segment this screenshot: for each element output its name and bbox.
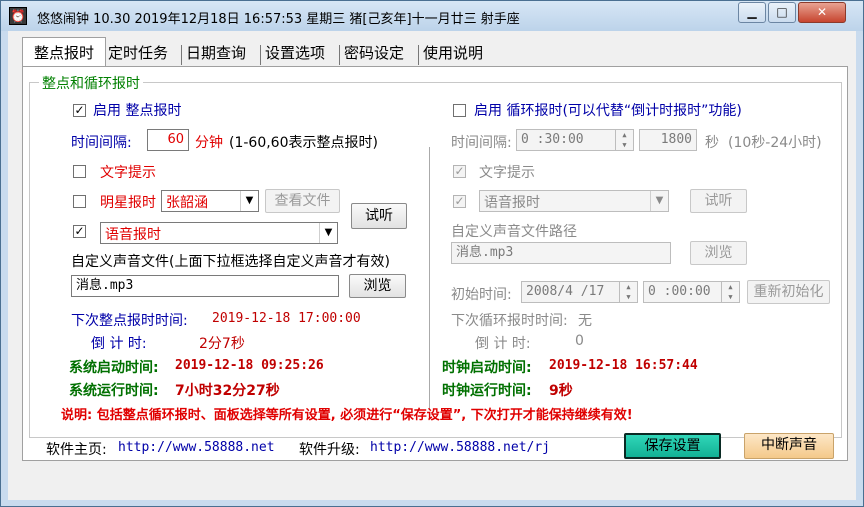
loop-voice-select-value: 语音报时 bbox=[484, 195, 540, 211]
custom-path-label: 自定义声音文件路径 bbox=[451, 224, 577, 240]
minimize-button[interactable]: ▁ bbox=[738, 2, 766, 23]
tab-separator bbox=[418, 45, 419, 65]
reinit-button[interactable]: 重新初始化 bbox=[747, 280, 830, 304]
enable-hourly-label: 启用 整点报时 bbox=[93, 103, 182, 119]
enable-hourly-checkbox[interactable]: ✓ bbox=[73, 104, 86, 117]
init-time-label: 初始时间: bbox=[451, 287, 512, 303]
voice-chime-checkbox[interactable]: ✓ bbox=[73, 225, 86, 238]
save-settings-button[interactable]: 保存设置 bbox=[624, 433, 721, 459]
tab-hourly-chime[interactable]: 整点报时 bbox=[22, 37, 106, 67]
system-run-label: 系统运行时间: bbox=[69, 383, 159, 399]
loop-trial-button[interactable]: 试听 bbox=[690, 189, 747, 213]
spin-arrows-icon[interactable]: ▲ ▼ bbox=[615, 130, 633, 150]
upgrade-link[interactable]: http://www.58888.net/rj bbox=[370, 440, 550, 455]
spin-arrows-icon[interactable]: ▲ ▼ bbox=[619, 282, 637, 302]
homepage-label: 软件主页: bbox=[46, 442, 107, 458]
view-file-button[interactable]: 查看文件 bbox=[265, 189, 340, 213]
countdown-value: 2分7秒 bbox=[199, 336, 245, 352]
chevron-down-icon: ▼ bbox=[319, 223, 337, 243]
tab-help[interactable]: 使用说明 bbox=[423, 41, 483, 67]
text-prompt-checkbox[interactable] bbox=[73, 165, 86, 178]
spin-arrows-icon[interactable]: ▲ ▼ bbox=[721, 282, 739, 302]
group-title: 整点和循环报时 bbox=[39, 73, 143, 93]
star-chime-label: 明星报时 bbox=[100, 195, 156, 211]
loop-interval-label: 时间间隔: bbox=[451, 135, 512, 151]
tab-panel: 整点和循环报时 ✓ 启用 整点报时 时间间隔: 60 分钟 (1-60,60表示… bbox=[22, 66, 848, 461]
next-loop-value: 无 bbox=[578, 313, 592, 329]
client-area: 整点报时 定时任务 日期查询 设置选项 密码设定 使用说明 整点和循环报时 ✓ … bbox=[8, 31, 856, 500]
loop-interval-time-value: 0 :30:00 bbox=[521, 132, 584, 147]
interval-hint: (1-60,60表示整点报时) bbox=[229, 135, 378, 151]
loop-voice-checkbox[interactable]: ✓ bbox=[453, 195, 466, 208]
tab-separator bbox=[260, 45, 261, 65]
loop-text-prompt-checkbox[interactable]: ✓ bbox=[453, 165, 466, 178]
custom-path-input[interactable]: 消息.mp3 bbox=[451, 242, 671, 264]
chevron-down-icon: ▼ bbox=[240, 191, 258, 211]
tab-separator bbox=[181, 45, 182, 65]
window-title: 悠悠闹钟 10.30 2019年12月18日 16:57:53 星期三 猪[己亥… bbox=[37, 12, 520, 27]
tab-separator bbox=[339, 45, 340, 65]
clock-start-value: 2019-12-18 16:57:44 bbox=[549, 358, 698, 373]
seconds-hint: (10秒-24小时) bbox=[728, 135, 822, 151]
init-date-value: 2008/4 /17 bbox=[526, 284, 605, 299]
homepage-link[interactable]: http://www.58888.net bbox=[118, 440, 275, 455]
clock-run-value: 9秒 bbox=[549, 383, 573, 399]
loop-voice-select[interactable]: 语音报时 ▼ bbox=[479, 190, 669, 212]
chevron-down-icon: ▼ bbox=[650, 191, 668, 211]
save-note: 说明: 包括整点循环报时、面板选择等所有设置, 必须进行“保存设置”, 下次打开… bbox=[61, 408, 633, 423]
upgrade-label: 软件升级: bbox=[299, 442, 360, 458]
close-button[interactable]: ✕ bbox=[798, 2, 846, 23]
loop-browse-button[interactable]: 浏览 bbox=[690, 241, 747, 265]
star-select[interactable]: 张韶涵 ▼ bbox=[161, 190, 259, 212]
star-chime-checkbox[interactable] bbox=[73, 195, 86, 208]
loop-seconds-input[interactable]: 1800 bbox=[639, 129, 697, 151]
tab-date-query[interactable]: 日期查询 bbox=[186, 41, 246, 67]
enable-loop-checkbox[interactable] bbox=[453, 104, 466, 117]
loop-interval-time-input[interactable]: 0 :30:00 ▲ ▼ bbox=[516, 129, 634, 151]
loop-text-prompt-label: 文字提示 bbox=[479, 165, 535, 181]
init-date-input[interactable]: 2008/4 /17 ▲ ▼ bbox=[521, 281, 638, 303]
stop-sound-button[interactable]: 中断声音 bbox=[744, 433, 834, 459]
tab-settings[interactable]: 设置选项 bbox=[265, 41, 325, 67]
maximize-button[interactable]: □ bbox=[768, 2, 796, 23]
system-start-value: 2019-12-18 09:25:26 bbox=[175, 358, 324, 373]
next-hourly-value: 2019-12-18 17:00:00 bbox=[212, 311, 361, 326]
trial-listen-button[interactable]: 试听 bbox=[351, 203, 407, 229]
app-window: ⏰ 悠悠闹钟 10.30 2019年12月18日 16:57:53 星期三 猪[… bbox=[0, 0, 864, 507]
voice-select-value: 语音报时 bbox=[105, 227, 161, 243]
interval-unit: 分钟 bbox=[195, 135, 223, 151]
tab-scheduled-tasks[interactable]: 定时任务 bbox=[108, 41, 168, 67]
alarm-clock-icon: ⏰ bbox=[9, 7, 27, 25]
init-time-value: 0 :00:00 bbox=[648, 284, 711, 299]
loop-countdown-value: 0 bbox=[575, 333, 584, 349]
clock-start-label: 时钟启动时间: bbox=[442, 360, 532, 376]
interval-label: 时间间隔: bbox=[71, 135, 132, 151]
loop-countdown-label: 倒 计 时: bbox=[475, 336, 531, 352]
title-bar[interactable]: ⏰ 悠悠闹钟 10.30 2019年12月18日 16:57:53 星期三 猪[… bbox=[1, 1, 863, 31]
system-run-value: 7小时32分27秒 bbox=[175, 383, 280, 399]
custom-sound-input[interactable]: 消息.mp3 bbox=[71, 275, 339, 297]
tab-password[interactable]: 密码设定 bbox=[344, 41, 404, 67]
text-prompt-label: 文字提示 bbox=[100, 165, 156, 181]
enable-loop-label: 启用 循环报时(可以代替“倒计时报时”功能) bbox=[474, 103, 742, 119]
star-select-value: 张韶涵 bbox=[166, 195, 208, 211]
init-time-input[interactable]: 0 :00:00 ▲ ▼ bbox=[643, 281, 740, 303]
next-loop-label: 下次循环报时时间: bbox=[451, 313, 568, 329]
interval-minutes-input[interactable]: 60 bbox=[147, 129, 189, 151]
next-hourly-label: 下次整点报时时间: bbox=[71, 313, 188, 329]
clock-run-label: 时钟运行时间: bbox=[442, 383, 532, 399]
countdown-label: 倒 计 时: bbox=[91, 336, 147, 352]
column-divider bbox=[429, 147, 430, 409]
custom-sound-label: 自定义声音文件(上面下拉框选择自定义声音才有效) bbox=[71, 254, 390, 270]
browse-button[interactable]: 浏览 bbox=[349, 274, 406, 298]
system-start-label: 系统启动时间: bbox=[69, 360, 159, 376]
voice-select[interactable]: 语音报时 ▼ bbox=[100, 222, 338, 244]
seconds-unit: 秒 bbox=[705, 135, 719, 151]
